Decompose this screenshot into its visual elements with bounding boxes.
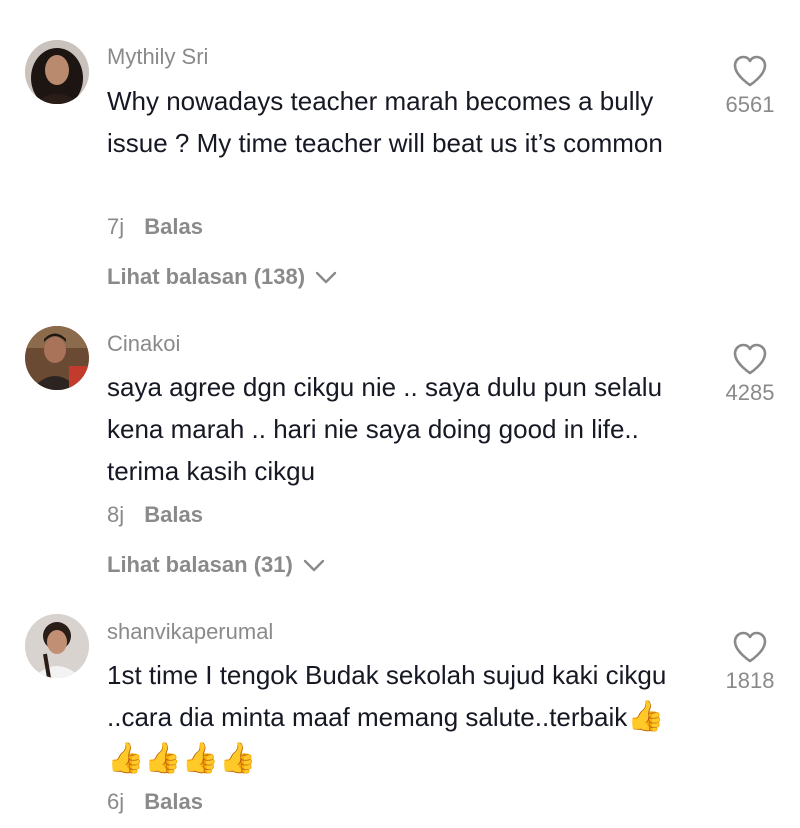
comment-text-body: 1st time I tengok Budak sekolah sujud ka… (107, 660, 667, 732)
reply-button[interactable]: Balas (144, 789, 203, 814)
comment-text: 1st time I tengok Budak sekolah sujud ka… (107, 654, 687, 780)
comment-meta: 6j Balas (107, 789, 203, 815)
user-avatar-girl-icon (25, 614, 89, 678)
heart-outline-icon (733, 631, 767, 663)
like-count: 1818 (725, 668, 775, 693)
comment-username[interactable]: shanvikaperumal (107, 619, 273, 645)
comment-time: 6j (107, 789, 125, 814)
avatar[interactable] (25, 614, 89, 678)
like-button[interactable]: 1818 (712, 630, 788, 694)
comment-item: shanvikaperumal 1st time I tengok Budak … (0, 0, 800, 828)
